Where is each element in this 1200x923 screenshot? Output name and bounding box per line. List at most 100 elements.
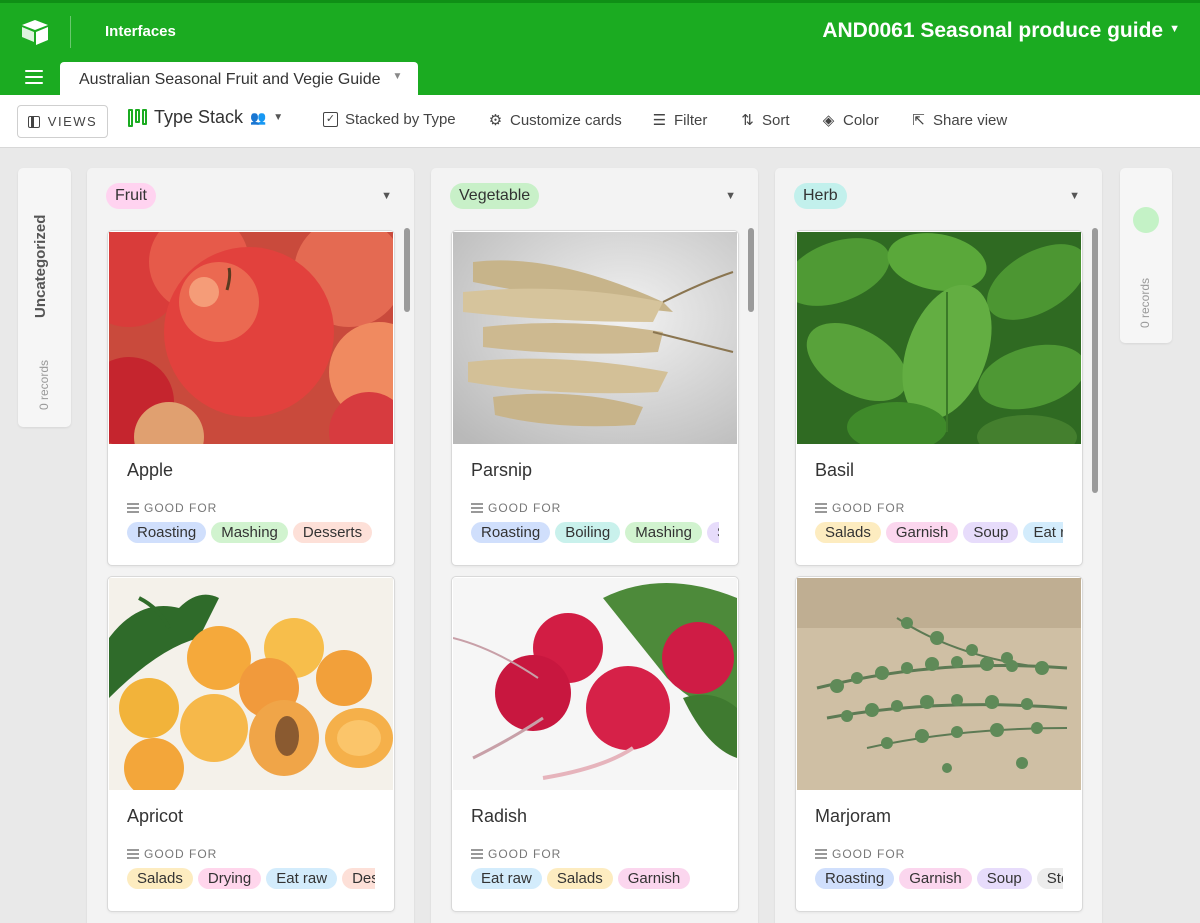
base-title-menu[interactable]: AND0061 Seasonal produce guide ▼ [822, 19, 1180, 43]
record-card[interactable]: Apricot GOOD FOR Salads Drying Eat raw D… [107, 576, 395, 912]
stack-field-icon: ✓ [323, 112, 338, 127]
stack-vegetable: Vegetable ▼ Parsnip GOOD FOR Roasting Bo… [431, 168, 758, 923]
scrollbar[interactable] [404, 228, 410, 312]
tag: Roasting [471, 522, 551, 543]
tag-list: Roasting Garnish Soup Stews [815, 868, 1063, 893]
tag: Stews [1036, 868, 1063, 889]
record-card[interactable]: Basil GOOD FOR Salads Garnish Soup Eat r… [795, 230, 1083, 566]
multi-select-field-icon [471, 503, 483, 513]
tag: Soup [706, 522, 719, 543]
sidebar-toggle-icon [27, 115, 40, 128]
filter-label: Filter [674, 111, 708, 129]
stack-header-badge: Fruit [106, 183, 156, 209]
color-button[interactable]: ◈ Color [821, 111, 879, 130]
chevron-down-icon: ▼ [273, 112, 284, 123]
customize-label: Customize cards [510, 111, 622, 129]
chevron-down-icon[interactable]: ▼ [1069, 190, 1080, 202]
filter-icon: ☰ [652, 112, 667, 129]
views-label: VIEWS [47, 114, 98, 129]
card-image [109, 578, 393, 790]
kanban-icon [128, 108, 147, 127]
card-image [109, 232, 393, 444]
stack-herb: Herb ▼ Basil GOOD FOR Salads Garnish Sou… [775, 168, 1102, 923]
paint-bucket-icon: ◈ [822, 112, 835, 129]
field-label: GOOD FOR [815, 847, 905, 861]
tag: Mashing [211, 522, 288, 543]
record-card[interactable]: Apple GOOD FOR Roasting Mashing Desserts [107, 230, 395, 566]
share-label: Share view [933, 111, 1008, 129]
field-label: GOOD FOR [127, 501, 217, 515]
color-label: Color [843, 111, 879, 129]
tag-list: Roasting Mashing Desserts [127, 522, 375, 547]
tag: Desserts [292, 522, 373, 543]
card-title: Parsnip [471, 460, 533, 480]
stack-empty[interactable]: 0 records [1120, 168, 1172, 343]
tag: Eat raw [266, 868, 338, 889]
sort-icon: ⇅ [741, 112, 754, 129]
record-card[interactable]: Radish GOOD FOR Eat raw Salads Garnish [451, 576, 739, 912]
tag-list: Salads Garnish Soup Eat raw [815, 522, 1063, 547]
stacked-by-button[interactable]: ✓ Stacked by Type [323, 111, 456, 128]
record-card[interactable]: Marjoram GOOD FOR Roasting Garnish Soup … [795, 576, 1083, 912]
tag: Roasting [815, 868, 895, 889]
tag: Garnish [899, 868, 972, 889]
tab-seasonal-guide[interactable]: Australian Seasonal Fruit and Vegie Guid… [60, 62, 419, 98]
views-button[interactable]: VIEWS [17, 105, 108, 138]
stack-uncategorized[interactable]: Uncategorized 0 records [18, 168, 71, 427]
tag: Eat raw [1023, 522, 1063, 543]
customize-cards-button[interactable]: ⚙ Customize cards [488, 111, 622, 130]
chevron-down-icon[interactable]: ▼ [381, 190, 392, 202]
tag: Garnish [885, 522, 959, 543]
multi-select-field-icon [471, 849, 483, 859]
tag: Mashing [625, 522, 702, 543]
card-title: Apple [127, 460, 174, 480]
tag: Eat raw [471, 868, 542, 889]
filter-button[interactable]: ☰ Filter [652, 111, 708, 130]
base-title: AND0061 Seasonal produce guide [822, 19, 1164, 42]
stack-header-badge: Vegetable [450, 183, 540, 209]
card-image [797, 578, 1081, 790]
tag: Garnish [617, 868, 691, 889]
collaborative-view-icon: 👥 [250, 109, 267, 125]
interfaces-link[interactable]: Interfaces [105, 23, 176, 40]
tag-list: Eat raw Salads Garnish [471, 868, 719, 893]
record-count: 0 records [1138, 277, 1152, 328]
chevron-down-icon[interactable]: ▼ [725, 190, 736, 202]
airtable-logo-icon[interactable] [20, 17, 50, 47]
stack-fruit: Fruit ▼ Apple GOOD FOR Roasting Mashing … [87, 168, 414, 923]
tag: Roasting [127, 522, 207, 543]
view-switcher[interactable]: Type Stack 👥 ▼ [128, 107, 283, 128]
stack-label: Uncategorized [32, 214, 49, 318]
stack-header-badge: Herb [794, 183, 847, 209]
app-header: Interfaces AND0061 Seasonal produce guid… [0, 0, 1200, 98]
header-divider [70, 16, 71, 48]
card-title: Radish [471, 806, 528, 826]
tag-list: Roasting Boiling Mashing Soup [471, 522, 719, 547]
multi-select-field-icon [815, 849, 827, 859]
share-view-button[interactable]: ⇱ Share view [911, 111, 1008, 130]
stack-color-dot [1133, 207, 1159, 233]
tag: Salads [546, 868, 613, 889]
tag: Desserts [342, 868, 375, 889]
card-image [797, 232, 1081, 444]
tag: Soup [963, 522, 1019, 543]
sort-button[interactable]: ⇅ Sort [740, 111, 789, 130]
multi-select-field-icon [127, 503, 139, 513]
share-icon: ⇱ [912, 112, 925, 129]
field-label: GOOD FOR [471, 847, 561, 861]
scrollbar[interactable] [748, 228, 754, 312]
view-toolbar: VIEWS Type Stack 👥 ▼ ✓ Stacked by Type ⚙… [0, 95, 1200, 148]
tag-list: Salads Drying Eat raw Desserts [127, 868, 375, 893]
view-name: Type Stack [154, 107, 244, 127]
field-label: GOOD FOR [471, 501, 561, 515]
tag: Salads [127, 868, 193, 889]
record-card[interactable]: Parsnip GOOD FOR Roasting Boiling Mashin… [451, 230, 739, 566]
field-label: GOOD FOR [815, 501, 905, 515]
scrollbar[interactable] [1092, 228, 1098, 493]
card-image [453, 578, 737, 790]
tag: Soup [976, 868, 1032, 889]
chevron-down-icon[interactable]: ▼ [393, 71, 403, 82]
tag: Drying [197, 868, 262, 889]
card-image [453, 232, 737, 444]
hamburger-icon[interactable] [25, 70, 43, 84]
